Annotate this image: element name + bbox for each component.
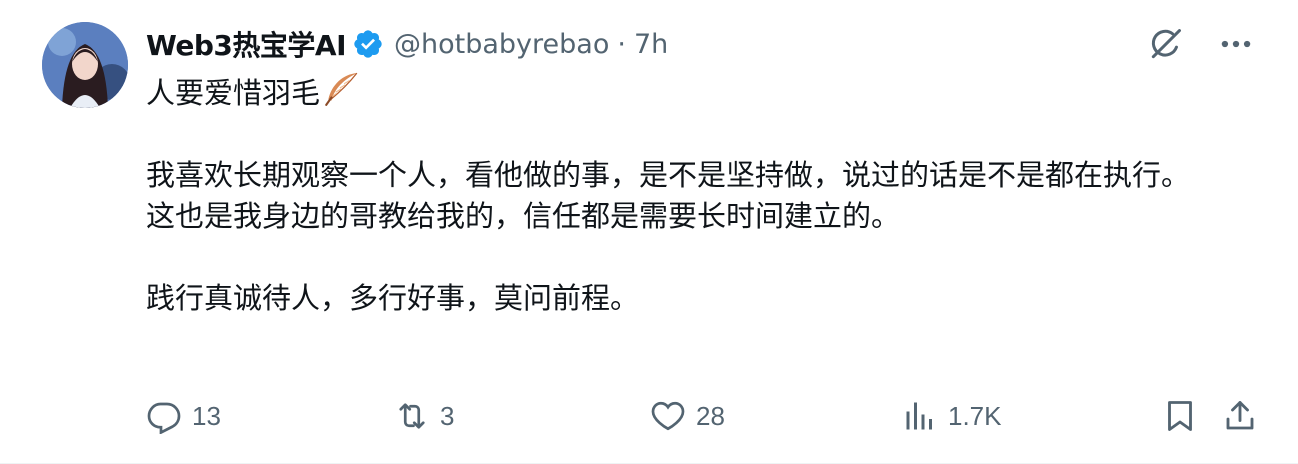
tweet: Web3热宝学AI @hotbabyrebao · 7h 人要爱惜羽毛 我喜欢长… <box>0 0 1298 464</box>
reply-icon <box>147 402 181 434</box>
avatar-image <box>42 22 128 108</box>
tweet-text: 人要爱惜羽毛 我喜欢长期观察一个人，看他做的事，是不是坚持做，说过的话是不是都在… <box>146 70 1256 319</box>
view-count: 1.7K <box>948 400 1002 431</box>
verified-badge-icon <box>352 28 384 60</box>
like-button[interactable]: 28 <box>650 398 725 434</box>
more-icon[interactable] <box>1214 22 1258 66</box>
bookmark-icon <box>1168 401 1192 431</box>
display-name[interactable]: Web3热宝学AI <box>146 24 347 64</box>
top-actions <box>1144 22 1258 66</box>
feather-icon <box>322 70 360 108</box>
retweet-button[interactable]: 3 <box>394 398 454 434</box>
reply-count: 13 <box>192 400 221 431</box>
views-button[interactable]: 1.7K <box>902 398 1002 434</box>
tweet-paragraph-2: 我喜欢长期观察一个人，看他做的事，是不是坚持做，说过的话是不是都在执行。 这也是… <box>146 158 1191 233</box>
retweet-icon <box>399 403 425 429</box>
retweet-count: 3 <box>440 400 455 431</box>
grok-icon[interactable] <box>1144 22 1188 66</box>
action-bar: 13 3 28 1.7K <box>146 392 1258 440</box>
timestamp[interactable]: 7h <box>634 29 668 60</box>
heart-icon <box>651 401 685 431</box>
views-icon <box>906 402 932 430</box>
tweet-line-1: 人要爱惜羽毛 <box>146 76 321 110</box>
reply-button[interactable]: 13 <box>146 398 221 434</box>
tweet-paragraph-3: 践行真诚待人，多行好事，莫问前程。 <box>146 281 640 315</box>
share-icon <box>1226 401 1254 430</box>
bookmark-button[interactable] <box>1162 398 1198 434</box>
avatar[interactable] <box>42 22 128 108</box>
handle[interactable]: @hotbabyrebao <box>394 29 609 60</box>
share-button[interactable] <box>1222 398 1258 434</box>
tweet-header: Web3热宝学AI @hotbabyrebao · 7h <box>146 22 668 66</box>
like-count: 28 <box>696 400 725 431</box>
separator: · <box>617 28 626 60</box>
